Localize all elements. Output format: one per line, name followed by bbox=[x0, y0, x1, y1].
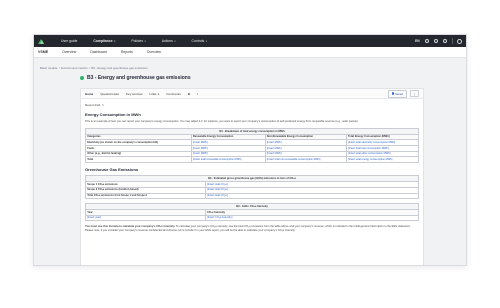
table-cell[interactable]: [Insert total non-renewable consumption … bbox=[264, 156, 347, 164]
nav-policies[interactable]: Policies ▾ bbox=[124, 37, 154, 45]
ghg-heading: Greenhouse Gas Emissions bbox=[85, 167, 139, 173]
tab-questionnaire[interactable]: Questionnaire bbox=[100, 92, 119, 96]
intensity-table: B3 - GHG / CO₂e Intensity Year CO₂e Inte… bbox=[85, 203, 420, 222]
divider bbox=[451, 38, 452, 44]
app-window: User guide Compliance ▾ Policies ▾ Actio… bbox=[33, 34, 467, 266]
tab-label: Links bbox=[149, 91, 157, 96]
breadcrumb-separator: / bbox=[89, 66, 90, 70]
chevron-down-icon: ▾ bbox=[205, 39, 207, 43]
row-label: Total bbox=[85, 156, 192, 164]
intensity-footnote: You must use this formula to calculate y… bbox=[85, 225, 419, 232]
breadcrumb-item[interactable]: Basic module bbox=[40, 66, 57, 70]
toolbar-actions: Saved ⋮ bbox=[387, 89, 419, 98]
table-row: [Insert year] [Insert CO₂e intensity] bbox=[85, 214, 420, 222]
breadcrumb-separator: / bbox=[58, 66, 60, 70]
breadcrumb-item[interactable]: Environment metrics bbox=[61, 66, 87, 70]
row-label: Total CO₂e emissions from Scope 1 and Sc… bbox=[85, 192, 206, 200]
help-icon[interactable] bbox=[424, 39, 429, 43]
subnav-overview[interactable]: Overview bbox=[62, 50, 76, 54]
table-row: Total [Insert total renewable consumptio… bbox=[85, 156, 420, 164]
document-body[interactable]: Report draft ✎ Energy Consumption in MWh… bbox=[81, 99, 423, 233]
subnav-reports[interactable]: Reports bbox=[121, 50, 133, 54]
more-options-button[interactable]: ⋮ bbox=[410, 90, 419, 97]
saved-status-icon bbox=[391, 92, 395, 95]
nav-label: User guide bbox=[61, 39, 78, 43]
draft-label: Report draft ✎ bbox=[85, 103, 419, 108]
table-row: Total CO₂e emissions from Scope 1 and Sc… bbox=[85, 192, 420, 200]
footnote-emphasis: You must use this formula to calculate y… bbox=[85, 225, 176, 229]
tab-links[interactable]: Links 1 bbox=[150, 92, 160, 96]
org-name[interactable]: VSME bbox=[38, 50, 48, 54]
nav-compliance[interactable]: Compliance ▾ bbox=[86, 37, 124, 45]
tab-home[interactable]: Home bbox=[85, 92, 93, 96]
page-title: B3 - Energy and greenhouse gas emissions bbox=[87, 75, 191, 81]
energy-table: B3 - Breakdown of total energy consumpti… bbox=[85, 127, 420, 164]
draft-text: Report draft bbox=[85, 103, 101, 107]
user-icon[interactable] bbox=[457, 38, 462, 44]
nav-actions[interactable]: Actions ▾ bbox=[155, 37, 185, 45]
save-label: Saved bbox=[395, 91, 403, 96]
table-cell[interactable]: [Insert total CO₂e] bbox=[204, 192, 420, 200]
chevron-down-icon: ▾ bbox=[174, 39, 176, 43]
language-switcher[interactable]: EN bbox=[415, 39, 419, 43]
top-right-tools: EN bbox=[415, 38, 462, 44]
bold-button[interactable]: B bbox=[188, 92, 190, 96]
sub-navigation: VSME Overview Dashboard Reports Overview bbox=[34, 47, 466, 58]
app-logo-icon[interactable] bbox=[38, 38, 45, 45]
breadcrumb: Basic module / Environment metrics / B3 - En… bbox=[40, 66, 147, 70]
table-cell[interactable]: [Insert CO₂e intensity] bbox=[204, 214, 420, 222]
editor-toolbar: Home Questionnaire Key sources Links 1 C… bbox=[81, 89, 423, 99]
breadcrumb-current: B3 - Energy and greenhouse gas emissions bbox=[91, 66, 148, 70]
report-editor: Home Questionnaire Key sources Links 1 C… bbox=[80, 88, 424, 265]
nav-controls[interactable]: Controls ▾ bbox=[185, 37, 216, 45]
subnav-supervisor[interactable]: Overview bbox=[147, 50, 161, 54]
subnav-dashboard[interactable]: Dashboard bbox=[90, 50, 107, 54]
table-cell[interactable]: [Insert total renewable consumption MWh] bbox=[190, 156, 266, 164]
nav-label: Compliance bbox=[93, 39, 113, 43]
status-dot-icon bbox=[80, 76, 84, 80]
save-button[interactable]: Saved bbox=[387, 89, 407, 98]
energy-heading: Energy Consumption in MWh bbox=[85, 111, 141, 117]
nav-label: Actions bbox=[161, 39, 173, 43]
top-navigation: User guide Compliance ▾ Policies ▾ Actio… bbox=[34, 35, 466, 47]
edit-icon[interactable]: ✎ bbox=[102, 103, 104, 108]
tab-key-sources[interactable]: Key sources bbox=[126, 92, 143, 96]
chevron-down-icon: ▾ bbox=[144, 39, 146, 43]
notifications-icon[interactable] bbox=[442, 39, 447, 43]
main-menu: User guide Compliance ▾ Policies ▾ Actio… bbox=[54, 37, 216, 45]
nav-label: Policies bbox=[131, 39, 144, 43]
settings-icon[interactable] bbox=[433, 39, 438, 43]
tab-comments[interactable]: Comments bbox=[166, 92, 181, 96]
chevron-down-icon: ▾ bbox=[114, 39, 116, 43]
table-cell[interactable]: [Insert year] bbox=[85, 214, 206, 222]
nav-label: Controls bbox=[191, 39, 205, 43]
italic-button[interactable]: I bbox=[197, 92, 198, 96]
ghg-table: B3 - Estimated gross greenhouse gas (GHG… bbox=[85, 175, 420, 200]
nav-user-guide[interactable]: User guide bbox=[54, 37, 86, 45]
count-badge: 1 bbox=[157, 91, 160, 96]
table-cell[interactable]: [Insert total energy consumption MWh] bbox=[345, 156, 420, 164]
page-header: B3 - Energy and greenhouse gas emissions bbox=[80, 75, 191, 81]
energy-paragraph: This is an example of how you can report… bbox=[85, 120, 359, 124]
